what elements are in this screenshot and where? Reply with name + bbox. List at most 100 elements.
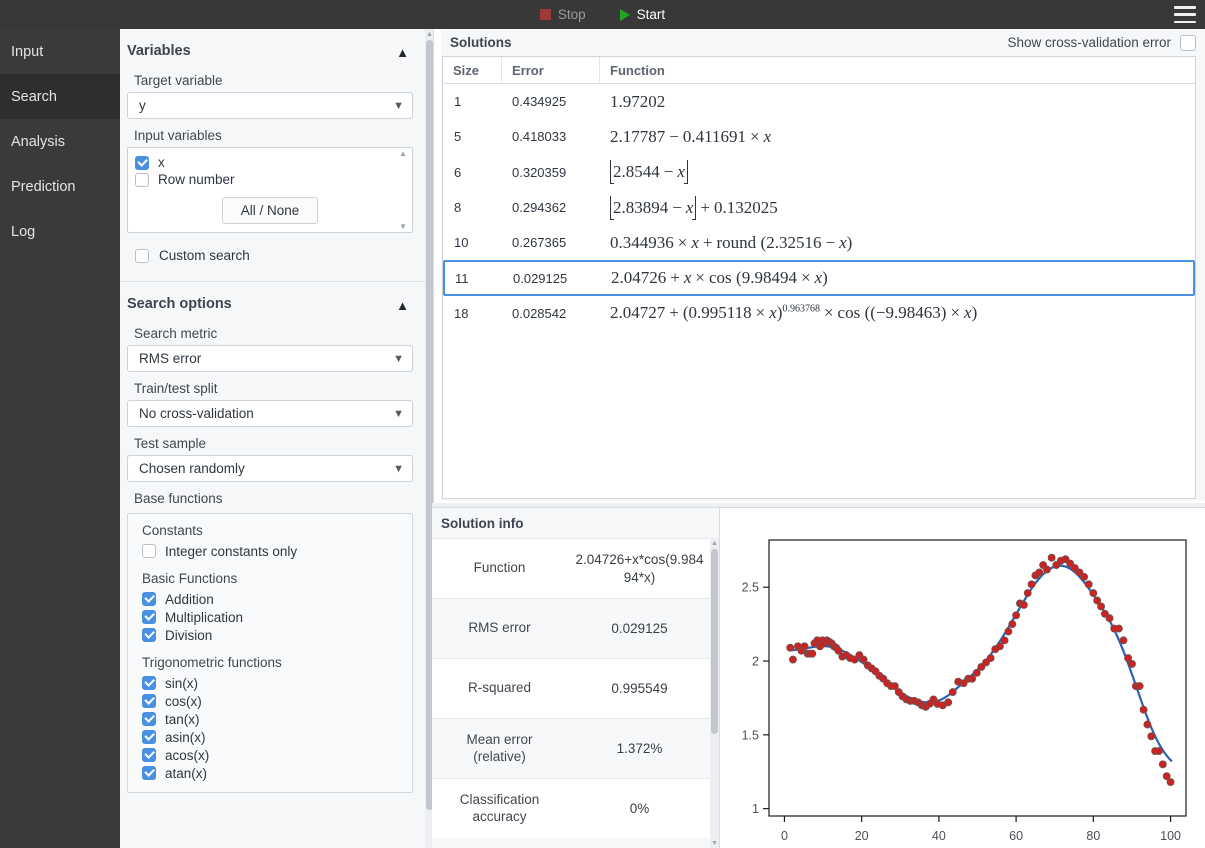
- chevron-up-icon[interactable]: ▲: [396, 45, 409, 60]
- data-point: [1023, 589, 1032, 598]
- trig-function-acos[interactable]: acos(x): [128, 746, 412, 764]
- search-options-panel: Variables ▲ Target variable y ▼ Input va…: [120, 29, 434, 848]
- checkbox-icon[interactable]: [142, 676, 156, 690]
- table-row[interactable]: 8 0.294362 2.83894− x +0.132025: [443, 190, 1195, 225]
- data-point: [1147, 732, 1156, 741]
- scroll-down-icon[interactable]: ▼: [711, 840, 718, 847]
- custom-search-row[interactable]: Custom search: [127, 242, 413, 263]
- checkbox-icon[interactable]: [142, 730, 156, 744]
- checkbox-icon[interactable]: [142, 694, 156, 708]
- sidebar-item-prediction[interactable]: Prediction: [0, 164, 120, 209]
- table-row[interactable]: 1 0.434925 1.97202: [443, 84, 1195, 119]
- test-sample-select[interactable]: Chosen randomly ▼: [127, 455, 413, 482]
- basic-function-addition[interactable]: Addition: [128, 590, 412, 608]
- cell-function: 1.97202: [610, 91, 666, 111]
- trig-function-sin[interactable]: sin(x): [128, 674, 412, 692]
- constants-group-title: Constants: [142, 523, 203, 538]
- basic-function-division[interactable]: Division: [128, 626, 412, 644]
- sidebar-item-search[interactable]: Search: [0, 74, 120, 119]
- checkbox-icon[interactable]: [135, 248, 149, 263]
- search-metric-select[interactable]: RMS error ▼: [127, 345, 413, 372]
- solution-info-key: Function: [473, 560, 526, 576]
- table-row[interactable]: 6 0.320359 2.8544− x: [443, 155, 1195, 190]
- chevron-up-icon[interactable]: ▲: [396, 298, 409, 313]
- data-point: [948, 688, 957, 696]
- train-test-split-select[interactable]: No cross-validation ▼: [127, 400, 413, 427]
- column-header-error: Error: [501, 57, 599, 84]
- scroll-down-icon[interactable]: ▼: [399, 222, 407, 231]
- solution-info-key-line2: accuracy: [472, 808, 527, 824]
- input-variable-item-x[interactable]: x: [128, 154, 412, 171]
- data-point: [995, 642, 1004, 651]
- trig-function-label: sin(x): [165, 675, 198, 691]
- data-point: [1047, 553, 1056, 562]
- scroll-up-icon[interactable]: ▲: [711, 540, 718, 547]
- cross-validation-label: Show cross-validation error: [1007, 35, 1171, 50]
- stop-icon: [539, 9, 551, 20]
- table-row[interactable]: 5 0.418033 2.17787−0.411691 × x: [443, 119, 1195, 154]
- trig-function-atan[interactable]: atan(x): [128, 764, 412, 782]
- solution-info-key: R-squared: [467, 680, 532, 696]
- integer-constants-row[interactable]: Integer constants only: [128, 542, 412, 560]
- table-row[interactable]: 10 0.267365 0.344936 × x + round (2.32516− x): [443, 225, 1195, 260]
- data-point: [1008, 620, 1017, 629]
- scroll-up-icon[interactable]: ▲: [426, 31, 433, 38]
- input-variables-list[interactable]: ▲ ▼ x Row number All / None: [127, 147, 413, 233]
- table-row-selected[interactable]: 11 0.029125 2.04726 + x × cos (9.98494 × x): [443, 260, 1195, 296]
- basic-function-multiplication[interactable]: Multiplication: [128, 608, 412, 626]
- column-header-function: Function: [599, 57, 1195, 84]
- data-point: [1012, 611, 1021, 620]
- all-none-button[interactable]: All / None: [221, 197, 319, 224]
- solutions-title: Solutions: [450, 35, 512, 50]
- variables-section-title: Variables: [127, 43, 191, 59]
- trig-function-tan[interactable]: tan(x): [128, 710, 412, 728]
- checkbox-icon[interactable]: [142, 748, 156, 762]
- cross-validation-toggle[interactable]: Show cross-validation error: [1007, 34, 1196, 51]
- checkbox-icon[interactable]: [142, 592, 156, 606]
- search-metric-label: Search metric: [134, 326, 218, 341]
- checkbox-icon[interactable]: [142, 610, 156, 624]
- cell-error: 0.029125: [513, 270, 568, 286]
- solution-info-scrollbar[interactable]: ▲ ▼: [710, 538, 719, 848]
- solutions-panel: Solutions Show cross-validation error Si…: [441, 29, 1205, 501]
- sidebar-item-log[interactable]: Log: [0, 209, 120, 254]
- data-point: [1139, 705, 1148, 714]
- table-row[interactable]: 18 0.028542 2.04727 + (0.995118 × x)0.963768…: [443, 296, 1195, 331]
- checkbox-icon[interactable]: [142, 766, 156, 780]
- checkbox-icon[interactable]: [135, 155, 149, 170]
- target-variable-value: y: [139, 98, 146, 113]
- scroll-up-icon[interactable]: ▲: [399, 149, 407, 158]
- solution-info-panel: Solution info Function 2.04726+x*cos(9.9…: [432, 507, 720, 848]
- base-functions-group: Constants Integer constants only Basic F…: [127, 513, 413, 793]
- solution-info-row: RMS error 0.029125: [432, 598, 712, 658]
- start-button[interactable]: Start: [619, 7, 665, 22]
- hamburger-menu-icon[interactable]: [1174, 6, 1196, 23]
- checkbox-icon[interactable]: [1180, 34, 1196, 51]
- sidebar-item-input[interactable]: Input: [0, 29, 120, 74]
- cell-size: 10: [454, 235, 469, 251]
- sidebar-item-label: Log: [11, 223, 36, 240]
- sidebar-item-analysis[interactable]: Analysis: [0, 119, 120, 164]
- checkbox-icon[interactable]: [135, 172, 149, 187]
- checkbox-icon[interactable]: [142, 544, 156, 558]
- solution-info-value: 2.04726+x*cos(9.98494*x): [575, 551, 704, 585]
- solution-info-row: Function 2.04726+x*cos(9.98494*x): [432, 538, 712, 598]
- checkbox-icon[interactable]: [142, 712, 156, 726]
- trig-function-asin[interactable]: asin(x): [128, 728, 412, 746]
- sidebar-item-label: Prediction: [11, 178, 76, 195]
- cell-size: 11: [455, 270, 469, 286]
- input-variable-label: Row number: [158, 172, 235, 187]
- data-point: [1000, 636, 1009, 645]
- variables-section-header[interactable]: Variables ▲: [120, 29, 425, 73]
- data-point: [1080, 572, 1089, 581]
- solution-plot[interactable]: 0 20 40 60 80 100 1 1.5 2 2.5: [720, 508, 1205, 848]
- stop-button[interactable]: Stop: [539, 7, 586, 22]
- solutions-table[interactable]: Size Error Function 1 0.434925 1.97202 5…: [442, 56, 1196, 499]
- trig-function-cos[interactable]: cos(x): [128, 692, 412, 710]
- scrollbar-thumb[interactable]: [711, 549, 718, 734]
- x-tick-label: 60: [1009, 829, 1023, 843]
- search-options-section-header[interactable]: Search options ▲: [120, 282, 425, 326]
- input-variable-item-row-number[interactable]: Row number: [128, 171, 412, 188]
- target-variable-select[interactable]: y ▼: [127, 92, 413, 119]
- checkbox-icon[interactable]: [142, 628, 156, 642]
